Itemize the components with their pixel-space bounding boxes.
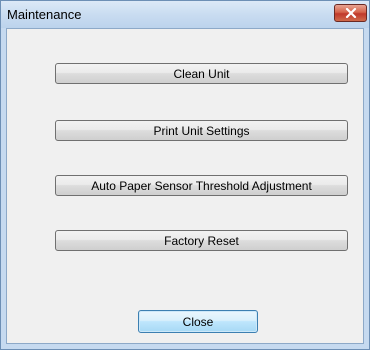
auto-paper-sensor-threshold-button[interactable]: Auto Paper Sensor Threshold Adjustment [55, 175, 348, 196]
factory-reset-button[interactable]: Factory Reset [55, 230, 348, 251]
close-button[interactable]: Close [138, 310, 258, 333]
window-close-button[interactable] [334, 4, 367, 22]
print-unit-settings-button[interactable]: Print Unit Settings [55, 120, 348, 141]
window-title: Maintenance [7, 7, 82, 22]
dialog-body: Clean Unit Print Unit Settings Auto Pape… [6, 28, 364, 344]
maintenance-dialog: Maintenance Clean Unit Print Unit Settin… [0, 0, 370, 350]
title-bar[interactable]: Maintenance [1, 1, 369, 28]
clean-unit-button[interactable]: Clean Unit [55, 63, 348, 84]
close-icon [345, 8, 356, 18]
